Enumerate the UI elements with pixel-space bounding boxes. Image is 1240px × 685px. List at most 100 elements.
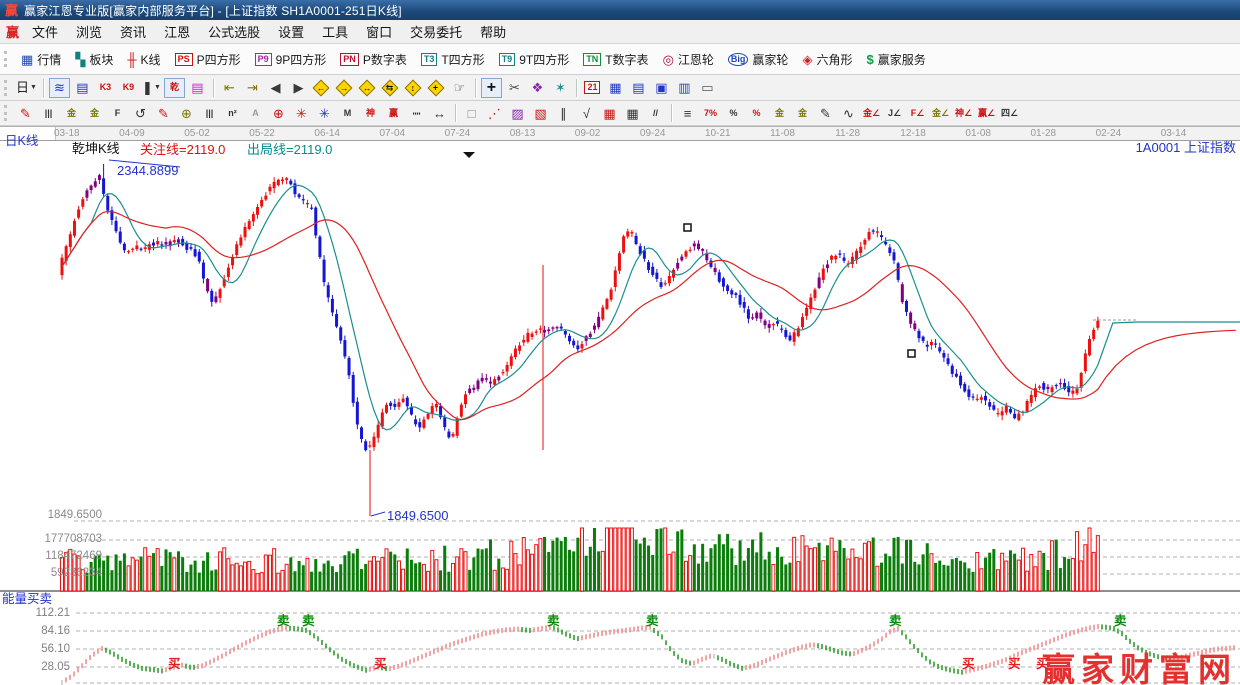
info-panel-button[interactable]: ▤ bbox=[72, 78, 93, 98]
t-square-button[interactable]: T3T四方形 bbox=[414, 49, 492, 70]
spiral-button[interactable]: ↺ bbox=[130, 103, 151, 123]
expand-v-button[interactable]: ↕ bbox=[403, 78, 424, 98]
menu-item-3[interactable]: 资讯 bbox=[111, 20, 155, 43]
teal-tool-button[interactable]: ✶ bbox=[550, 78, 571, 98]
gold-circle-button[interactable]: 金 bbox=[769, 103, 790, 123]
ying-ruler-button[interactable]: 赢 bbox=[383, 103, 404, 123]
wave-mark-button[interactable]: M bbox=[337, 103, 358, 123]
hand-drag-button[interactable]: ☞ bbox=[449, 78, 470, 98]
t-number-table-button[interactable]: TNT数字表 bbox=[576, 49, 655, 70]
shift-left-button[interactable]: ← bbox=[311, 78, 332, 98]
save-button[interactable]: ▣ bbox=[651, 78, 672, 98]
menu-item-7[interactable]: 工具 bbox=[313, 20, 357, 43]
menu-item-8[interactable]: 窗口 bbox=[357, 20, 401, 43]
fibo-grid-button[interactable]: F bbox=[107, 103, 128, 123]
gann-circle-button[interactable]: ⊕ bbox=[176, 103, 197, 123]
percent-strike-button[interactable]: 7% bbox=[700, 103, 721, 123]
j-angle-button[interactable]: J∠ bbox=[884, 103, 905, 123]
qiankun-kline-button[interactable]: 乾 bbox=[164, 78, 185, 98]
toolbar-drag-handle[interactable] bbox=[4, 80, 10, 96]
h-measure-button[interactable]: ↔ bbox=[429, 103, 450, 123]
menu-item-2[interactable]: 浏览 bbox=[67, 20, 111, 43]
gold-angle-button[interactable]: 金∠ bbox=[861, 103, 882, 123]
last-page-button[interactable]: ⇥ bbox=[242, 78, 263, 98]
prev-page-button[interactable]: ◀ bbox=[265, 78, 286, 98]
capture-button[interactable]: ▥ bbox=[674, 78, 695, 98]
spider-web-blue-button[interactable]: ✳ bbox=[314, 103, 335, 123]
reset-view-button[interactable]: + bbox=[426, 78, 447, 98]
title-bar[interactable]: 赢 赢家江恩专业版[赢家内部服务平台] - [上证指数 SH1A0001-251… bbox=[0, 0, 1240, 20]
kline-button[interactable]: ╫K线 bbox=[120, 49, 167, 70]
shift-right-button[interactable]: → bbox=[334, 78, 355, 98]
toolbar-drag-handle[interactable] bbox=[4, 51, 10, 67]
wave-a-button[interactable]: ∿ bbox=[838, 103, 859, 123]
nine-t-square-button[interactable]: T99T四方形 bbox=[492, 49, 577, 70]
winner-service-button[interactable]: $赢家服务 bbox=[859, 49, 932, 70]
nine-p-square-button[interactable]: P99P四方形 bbox=[248, 49, 334, 70]
fan-lines-button[interactable]: ⋰ bbox=[484, 103, 505, 123]
percent-button[interactable]: % bbox=[723, 103, 744, 123]
shen-angle-button[interactable]: 神∠ bbox=[953, 103, 974, 123]
web-box-button[interactable]: ▧ bbox=[530, 103, 551, 123]
compress-h-button[interactable]: ⇆ bbox=[380, 78, 401, 98]
ying-angle-button[interactable]: 赢∠ bbox=[976, 103, 997, 123]
purple-tool-button[interactable]: ❖ bbox=[527, 78, 548, 98]
hexagon-button[interactable]: ◈六角形 bbox=[795, 49, 859, 70]
tick-marks-button[interactable]: ||| bbox=[199, 103, 220, 123]
n-square-button[interactable]: n² bbox=[222, 103, 243, 123]
select-box-button[interactable]: □ bbox=[461, 103, 482, 123]
winner-wheel-button[interactable]: Big赢家轮 bbox=[721, 49, 796, 70]
gold-grid-button[interactable]: 金 bbox=[61, 103, 82, 123]
spider-web-button[interactable]: ✳ bbox=[291, 103, 312, 123]
menu-item-6[interactable]: 设置 bbox=[269, 20, 313, 43]
expand-h-button[interactable]: ↔ bbox=[357, 78, 378, 98]
candle-style-button[interactable]: ❚▼ bbox=[141, 78, 162, 98]
first-page-button[interactable]: ⇤ bbox=[219, 78, 240, 98]
zigzag-chart-button[interactable]: ≋ bbox=[49, 78, 70, 98]
marker-pen-button[interactable]: ✎ bbox=[153, 103, 174, 123]
parallel-lines-button[interactable]: ∥ bbox=[553, 103, 574, 123]
menu-item-1[interactable]: 文件 bbox=[23, 20, 67, 43]
dark-grid-button[interactable]: ▦ bbox=[622, 103, 643, 123]
gold-grid-2-button[interactable]: 金 bbox=[84, 103, 105, 123]
p-square-button[interactable]: PSP四方形 bbox=[168, 49, 248, 70]
calendar-button[interactable]: 21 bbox=[582, 78, 603, 98]
chart-canvas[interactable]: 乾坤K线 关注线=2119.0 出局线=2119.0 2344.8899 1A0… bbox=[0, 141, 1240, 685]
gann-box-button[interactable]: ▨ bbox=[507, 103, 528, 123]
print-button[interactable]: ▭ bbox=[697, 78, 718, 98]
quote-table-button[interactable]: ▦行情 bbox=[14, 49, 68, 70]
f-angle-button[interactable]: F∠ bbox=[907, 103, 928, 123]
target-circle-button[interactable]: ⊕ bbox=[268, 103, 289, 123]
crosshair-button[interactable]: + bbox=[481, 78, 502, 98]
menu-item-9[interactable]: 交易委托 bbox=[401, 20, 471, 43]
toolbar-drag-handle[interactable] bbox=[4, 105, 10, 121]
kline-3-button[interactable]: K3 bbox=[95, 78, 116, 98]
price-scale-button[interactable]: ≡ bbox=[677, 103, 698, 123]
notes-button[interactable]: ▤ bbox=[628, 78, 649, 98]
brush-tool-button[interactable]: ✎ bbox=[15, 103, 36, 123]
menu-item-10[interactable]: 帮助 bbox=[471, 20, 515, 43]
mirror-angle-button[interactable]: A bbox=[245, 103, 266, 123]
si-angle-button[interactable]: 四∠ bbox=[999, 103, 1020, 123]
percent-line-button[interactable]: % bbox=[746, 103, 767, 123]
calculator-button[interactable]: ▦ bbox=[605, 78, 626, 98]
trend-check-button[interactable]: √ bbox=[576, 103, 597, 123]
red-grid-button[interactable]: ▦ bbox=[599, 103, 620, 123]
gold-line-button[interactable]: 金 bbox=[792, 103, 813, 123]
p-number-table-button[interactable]: PNP数字表 bbox=[333, 49, 414, 70]
kline-9-button[interactable]: K9 bbox=[118, 78, 139, 98]
time-ruler-button[interactable]: ||| bbox=[38, 103, 59, 123]
color-volume-button[interactable]: ▤ bbox=[187, 78, 208, 98]
hatch-button[interactable]: // bbox=[645, 103, 666, 123]
gann-wheel-button[interactable]: ◎江恩轮 bbox=[656, 49, 721, 70]
period-day-button[interactable]: 日▼ bbox=[15, 78, 38, 98]
sector-blocks-button[interactable]: ▚板块 bbox=[68, 49, 120, 70]
menu-item-4[interactable]: 江恩 bbox=[155, 20, 199, 43]
next-page-button[interactable]: ▶ bbox=[288, 78, 309, 98]
menu-item-5[interactable]: 公式选股 bbox=[199, 20, 269, 43]
ruler-123-button[interactable]: ┉ bbox=[406, 103, 427, 123]
sketch-pen-button[interactable]: ✎ bbox=[815, 103, 836, 123]
shen-ruler-button[interactable]: 神 bbox=[360, 103, 381, 123]
gold-slash-button[interactable]: 金∠ bbox=[930, 103, 951, 123]
measure-scissors-button[interactable]: ✂ bbox=[504, 78, 525, 98]
